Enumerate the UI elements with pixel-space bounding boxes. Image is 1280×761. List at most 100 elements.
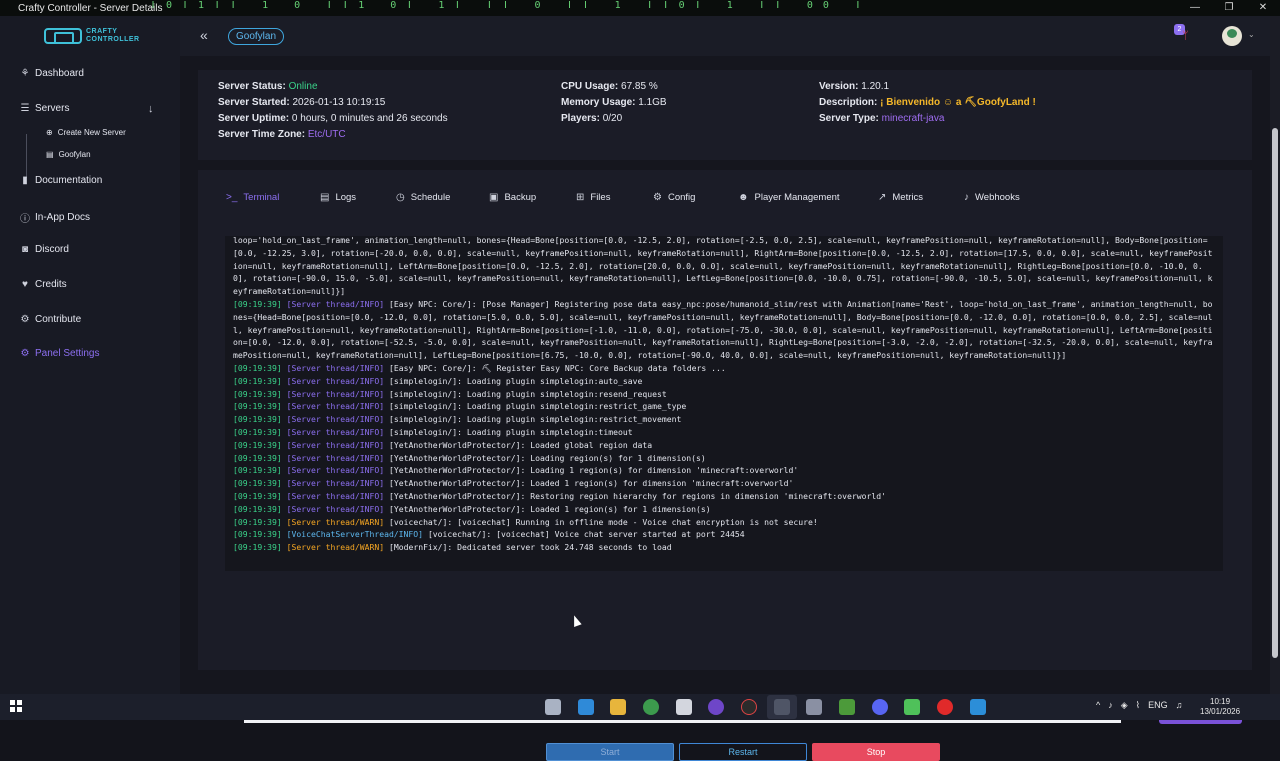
tab-label: Metrics (892, 192, 924, 203)
config-icon: ⚙ (653, 192, 662, 203)
tab-metrics[interactable]: ↗ Metrics (878, 192, 923, 203)
sidebar-item-create-new-server[interactable]: ⊕ Create New Server (46, 128, 126, 137)
discord-icon: ◙ (21, 244, 29, 255)
sidebar-item-label: Servers (35, 103, 70, 114)
sidebar-item-servers[interactable]: ☰ Servers (20, 103, 70, 114)
sidebar-item-label: Panel Settings (35, 348, 100, 359)
tab-label: Schedule (410, 192, 451, 203)
tab-config[interactable]: ⚙ Config (653, 192, 695, 203)
info-icon: ⓘ (20, 214, 30, 225)
taskbar-app-icon[interactable] (676, 699, 692, 715)
book-icon: ▮ (22, 175, 28, 186)
sidebar-item-discord[interactable]: ◙ Discord (20, 244, 69, 255)
youtube-icon[interactable] (937, 699, 953, 715)
logo-mark-icon (44, 28, 82, 44)
tab-label: Player Management (754, 192, 840, 203)
sidebar-item-in-app-docs[interactable]: ⓘ In-App Docs (20, 210, 90, 225)
page-scrollbar[interactable] (1270, 16, 1280, 694)
sidebar-item-goofylan[interactable]: ▤ Goofylan (46, 150, 91, 159)
restart-button[interactable]: Restart (679, 743, 807, 761)
crafty-logo[interactable]: CRAFTY CONTROLLER (44, 28, 140, 44)
files-icon: ⊞ (576, 192, 585, 203)
window-title: Crafty Controller - Server Details (18, 2, 163, 14)
logo-text: CRAFTY CONTROLLER (86, 28, 140, 43)
terminal-icon: >_ (226, 192, 238, 203)
terminal-line: [09:19:39] [Server thread/INFO] [simplel… (233, 426, 633, 437)
clock-time: 10:19 (1210, 697, 1231, 706)
tab-files[interactable]: ⊞ Files (576, 192, 610, 203)
sidebar-item-credits[interactable]: ♥ Credits (20, 279, 67, 290)
tab-label: Terminal (243, 192, 280, 203)
sidebar: CRAFTY CONTROLLER ⚘ Dashboard ☰ Servers … (0, 16, 180, 694)
sidebar-item-label: Dashboard (35, 68, 84, 79)
vscode-icon[interactable] (970, 699, 986, 715)
sidebar-item-panel-settings[interactable]: ⚙ Panel Settings (20, 348, 100, 359)
speaker-icon[interactable]: ♫ (1176, 700, 1183, 711)
top-bar: « Goofylan 2 ᛘ ⌄ (180, 16, 1270, 56)
minecraft-icon[interactable] (839, 699, 855, 715)
terminal-line: [09:19:39] [VoiceChatServerThread/INFO] … (233, 529, 745, 540)
crafty-taskbar-icon[interactable] (774, 699, 790, 715)
taskbar-app-icon[interactable] (806, 699, 822, 715)
sidebar-item-contribute[interactable]: ⚙ Contribute (20, 314, 82, 325)
taskbar-app-icon[interactable] (578, 699, 594, 715)
tab-webhooks[interactable]: ♪ Webhooks (964, 192, 1020, 203)
terminal-output[interactable]: loop='hold_on_last_frame', animation_len… (225, 236, 1223, 571)
tab-backup[interactable]: ▣ Backup (489, 192, 536, 203)
microphone-icon[interactable]: ♪ (1108, 700, 1113, 711)
taskbar-app-icon[interactable] (904, 699, 920, 715)
server-description: Description: ¡ Bienvenido ☺ a ⛏GoofyLand… (819, 97, 1036, 108)
chrome-icon[interactable] (643, 699, 659, 715)
sidebar-item-label: Credits (35, 279, 67, 290)
notifications[interactable]: 2 ᛘ (1174, 24, 1194, 44)
heart-icon: ♥ (22, 279, 28, 290)
server-started: Server Started: 2026-01-13 10:19:15 (218, 97, 386, 108)
main-content: Server Status: Online Server Started: 20… (180, 56, 1270, 761)
sidebar-item-dashboard[interactable]: ⚘ Dashboard (20, 68, 84, 79)
sidebar-subitem-label: Goofylan (58, 150, 91, 159)
terminal-line: [09:19:39] [Server thread/INFO] [Easy NP… (233, 298, 1213, 361)
tab-logs[interactable]: ▤ Logs (320, 192, 356, 203)
console-card: >_ Terminal ▤ Logs ◷ Schedule ▣ Backup ⊞… (198, 170, 1252, 761)
terminal-line: [09:19:39] [Server thread/WARN] [voicech… (233, 516, 818, 527)
taskbar-app-icon[interactable] (545, 699, 561, 715)
wifi-icon[interactable]: ⌇ (1136, 700, 1140, 711)
windows-start-icon[interactable] (10, 700, 22, 712)
sidebar-subitem-label: Create New Server (57, 128, 126, 137)
taskbar-app-icon[interactable] (741, 699, 757, 715)
github-icon[interactable] (708, 699, 724, 715)
chevron-down-icon[interactable]: ↓ (148, 103, 154, 115)
users-icon: ☻ (738, 192, 749, 203)
servers-icon: ☰ (20, 103, 30, 114)
terminal-line: [09:19:39] [Server thread/INFO] [simplel… (233, 388, 667, 399)
terminal-line: [09:19:39] [Server thread/INFO] [simplel… (233, 401, 687, 412)
tab-terminal[interactable]: >_ Terminal (226, 192, 279, 203)
tab-label: Logs (335, 192, 357, 203)
chevron-down-icon[interactable]: ⌄ (1248, 30, 1255, 39)
close-button[interactable]: ✕ (1246, 0, 1280, 16)
taskbar-clock[interactable]: 10:19 13/01/2026 (1200, 697, 1240, 717)
discord-icon[interactable] (872, 699, 888, 715)
folder-icon[interactable] (610, 699, 626, 715)
server-name-badge[interactable]: Goofylan (228, 28, 285, 45)
stop-button[interactable]: Stop (812, 743, 940, 761)
settings-icon: ⚙ (20, 348, 30, 359)
collapse-sidebar-icon[interactable]: « (200, 27, 208, 43)
tab-player-management[interactable]: ☻ Player Management (738, 192, 840, 203)
terminal-line: [09:19:39] [Server thread/INFO] [YetAnot… (233, 452, 706, 463)
tray-lang[interactable]: ENG (1148, 700, 1168, 711)
tab-schedule[interactable]: ◷ Schedule (396, 192, 450, 203)
chevron-up-icon[interactable]: ^ (1096, 700, 1100, 711)
tray-app-icon[interactable]: ◈ (1121, 700, 1128, 711)
antenna-icon: ᛘ (1182, 30, 1189, 42)
avatar[interactable] (1222, 26, 1242, 46)
scrollbar-thumb[interactable] (1272, 128, 1278, 658)
clock-icon: ◷ (396, 192, 405, 203)
server-version: Version: 1.20.1 (819, 81, 890, 92)
sidebar-item-documentation[interactable]: ▮ Documentation (20, 175, 102, 186)
maximize-button[interactable]: ❐ (1212, 0, 1246, 16)
start-button[interactable]: Start (546, 743, 674, 761)
sidebar-item-label: Documentation (35, 175, 103, 186)
minimize-button[interactable]: — (1178, 0, 1212, 16)
backup-icon: ▣ (489, 192, 499, 203)
